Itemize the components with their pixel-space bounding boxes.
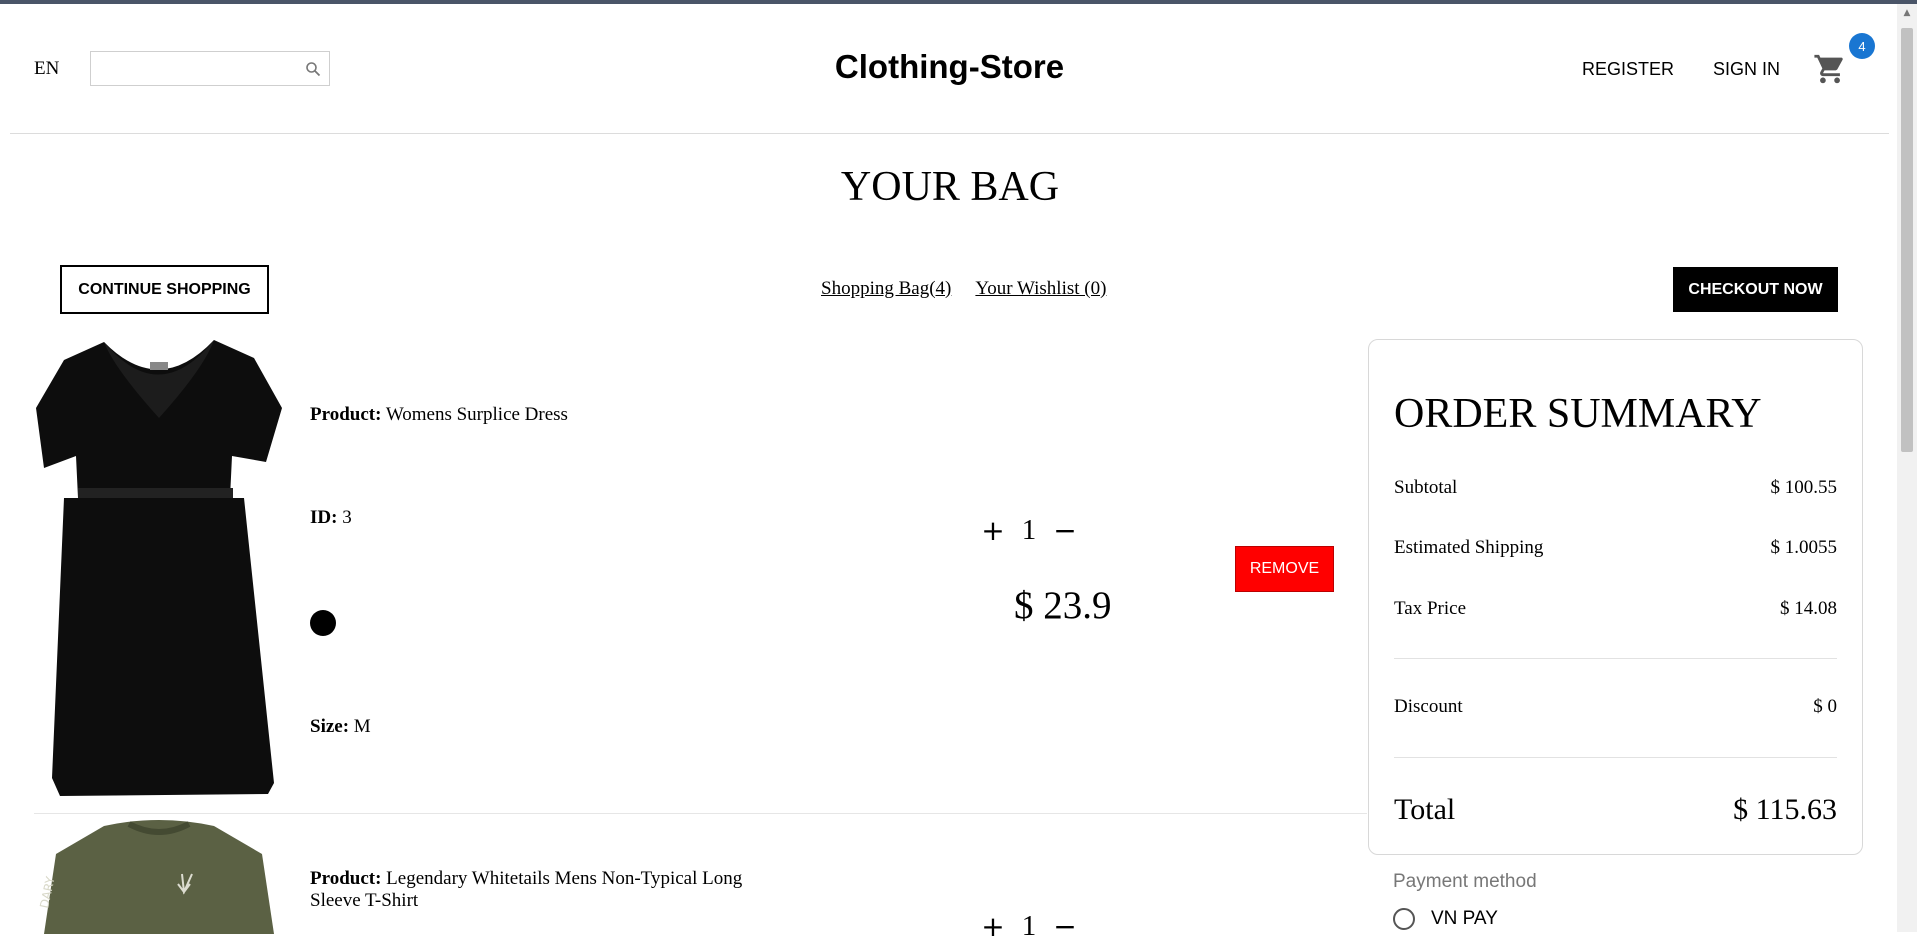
checkout-now-button[interactable]: CHECKOUT NOW — [1673, 267, 1838, 312]
product-id: ID: 3 — [310, 507, 352, 528]
page-title: YOUR BAG — [840, 164, 1060, 210]
product-name: Product: Legendary Whitetails Mens Non-T… — [310, 868, 743, 911]
increase-quantity-button[interactable]: + — [978, 514, 1008, 547]
remove-item-button[interactable]: REMOVE — [1235, 546, 1334, 592]
scroll-up-icon[interactable]: ▲ — [1897, 4, 1917, 22]
radio-button[interactable] — [1393, 908, 1415, 930]
wishlist-link[interactable]: Your Wishlist (0) — [975, 278, 1106, 299]
quantity-value: 1 — [1021, 910, 1037, 942]
signin-link[interactable]: SIGN IN — [1713, 59, 1780, 80]
payment-method-label: Payment method — [1393, 871, 1537, 892]
increase-quantity-button[interactable]: + — [978, 910, 1008, 943]
subtotal-row: Subtotal $ 100.55 — [1394, 477, 1837, 498]
bag-tabs: Shopping Bag(4) Your Wishlist (0) — [821, 278, 1126, 300]
quantity-value: 1 — [1021, 514, 1037, 546]
cart-icon[interactable] — [1813, 52, 1847, 86]
cart-item: DARY Product: Legendary Whitetails Mens … — [34, 814, 1367, 944]
order-summary: ORDER SUMMARY Subtotal $ 100.55 Estimated… — [1368, 339, 1863, 855]
product-image-tshirt: DARY — [37, 820, 274, 934]
site-header: EN Clothing-Store REGISTER SIGN IN 4 — [10, 4, 1889, 134]
summary-divider — [1394, 658, 1837, 659]
product-name: Product: Womens Surplice Dress — [310, 404, 568, 425]
quantity-stepper: + 1 − — [978, 514, 1080, 547]
decrease-quantity-button[interactable]: − — [1050, 910, 1080, 943]
summary-title: ORDER SUMMARY — [1394, 391, 1762, 437]
register-link[interactable]: REGISTER — [1582, 59, 1674, 80]
vertical-scrollbar[interactable]: ▲ — [1897, 4, 1917, 932]
payment-option-label: VN PAY — [1431, 908, 1498, 929]
decrease-quantity-button[interactable]: − — [1050, 514, 1080, 547]
scrollbar-thumb[interactable] — [1901, 28, 1913, 452]
product-color-swatch — [310, 610, 336, 636]
quantity-stepper: + 1 − — [978, 910, 1080, 943]
shopping-bag-link[interactable]: Shopping Bag(4) — [821, 278, 951, 299]
cart-item: Product: Womens Surplice Dress ID: 3 Siz… — [34, 338, 1367, 814]
continue-shopping-button[interactable]: CONTINUE SHOPPING — [60, 265, 269, 314]
cart-count-badge: 4 — [1849, 33, 1875, 59]
item-price: $ 23.9 — [1014, 584, 1112, 627]
product-size: Size: M — [310, 716, 371, 737]
total-row: Total $ 115.63 — [1394, 793, 1837, 826]
payment-option-vnpay[interactable]: VN PAY — [1393, 908, 1498, 930]
discount-row: Discount $ 0 — [1394, 696, 1837, 717]
product-image-dress — [36, 340, 282, 796]
summary-divider — [1394, 757, 1837, 758]
shipping-row: Estimated Shipping $ 1.0055 — [1394, 537, 1837, 558]
tax-row: Tax Price $ 14.08 — [1394, 598, 1837, 619]
